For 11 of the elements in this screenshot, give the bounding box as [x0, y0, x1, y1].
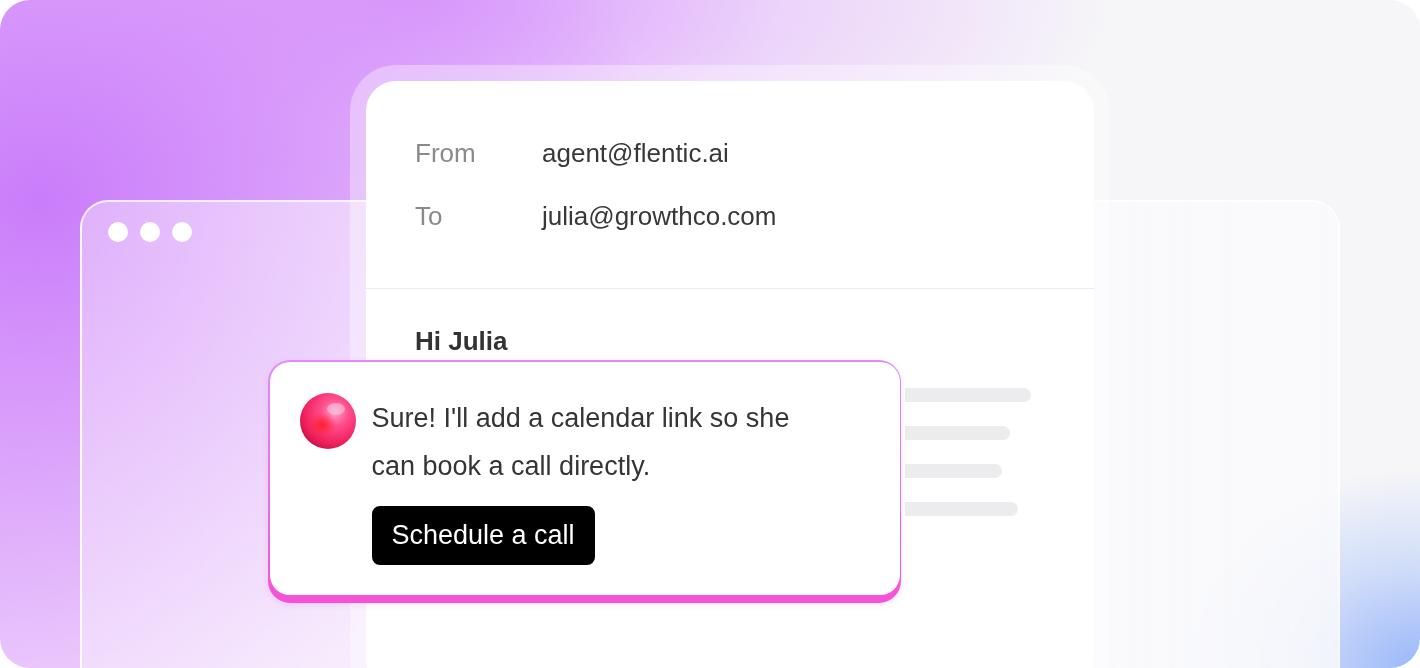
email-address: agent@flentic.ai	[542, 138, 729, 169]
window-control-icon	[140, 222, 160, 242]
window-control-icon	[172, 222, 192, 242]
chat-message: Sure! I'll add a calendar link so she can book a call directly.	[371, 401, 791, 483]
email-address: julia@growthco.com	[542, 201, 777, 232]
field-label: To	[415, 201, 444, 232]
email-greeting: Hi Julia	[415, 325, 508, 358]
schedule-call-button[interactable]: Schedule a call	[371, 505, 595, 565]
field-label: From	[415, 138, 477, 169]
window-control-icon	[108, 222, 128, 242]
orb-icon	[299, 392, 356, 449]
